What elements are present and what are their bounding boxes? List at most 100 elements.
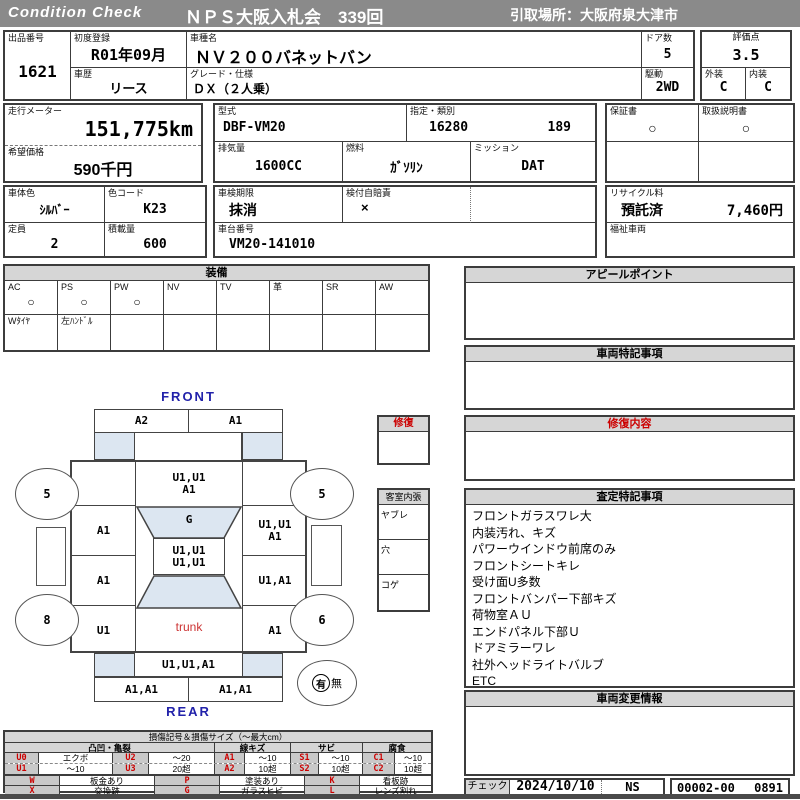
assessment-item: フロントシートキレ [472, 558, 581, 573]
cabin-row-hole: 穴 [379, 540, 428, 575]
assessment-item: 受け面U多数 [472, 575, 541, 589]
assessment-item: 社外ヘッドライトバルブ [472, 657, 605, 672]
assessment-item: ドアミラーワレ [472, 641, 556, 655]
legend-group-corrosion: 腐食 [388, 743, 406, 752]
legend-group-rust: サビ [291, 743, 363, 752]
check-code: 00002-00 [677, 781, 735, 795]
assessment-item: パワーウインドウ前席のみ [472, 542, 617, 556]
chassis-label: 車台番号 [218, 224, 255, 234]
rear-window-shape [136, 575, 242, 609]
repair-details-panel: 修復内容 [464, 415, 795, 481]
model-name-label: 車種名 [190, 33, 218, 43]
insurance-mark: × [361, 200, 369, 215]
legend-desc: 10超 [404, 764, 422, 774]
cabin-row-burn: コゲ [381, 580, 400, 590]
left-mirror [36, 527, 66, 586]
spare-none-mark: 無 [331, 678, 342, 690]
grade-label: グレード・仕様 [190, 69, 254, 79]
history-value: リース [109, 81, 148, 96]
right-front-door-damage: U1,U1 A1 [258, 517, 292, 543]
assessment-item: エンドパネル下部Ｕ [472, 624, 581, 639]
chassis-number: VM20-141010 [229, 237, 316, 252]
legend-code: S1 [291, 753, 319, 763]
change-info-title: 車両変更情報 [466, 692, 793, 707]
right-slide-door-damage: U1,A1 [258, 573, 292, 587]
trunk-label: trunk [175, 620, 203, 634]
assessment-item: ETC [472, 674, 496, 688]
empty-cell [607, 142, 699, 181]
model-code: DBF-VM20 [223, 120, 286, 135]
fuel-value: ｶﾞｿﾘﾝ [390, 161, 423, 176]
legend-code: C2 [363, 764, 395, 774]
legend-desc: 〜10 [404, 753, 422, 763]
auction-title: ＮＰＳ大阪入札会 339回 [185, 8, 384, 27]
recycle-fee: 7,460円 [726, 203, 783, 219]
cabin-lining-box: 客室内張 ヤブレ 穴 コゲ [377, 488, 430, 612]
inspection-table: 車検期限 抹消 検付自賠責 × 車台番号 VM20-141010 [213, 185, 597, 258]
assessment-item: フロントガラスワレ大 [472, 509, 592, 523]
left-front-door-damage: A1 [96, 523, 111, 537]
odometer-price-box: 走行メーター 151,775km 希望価格 590千円 [3, 103, 203, 183]
grade-value: ＤＸ（２人乗） [193, 82, 278, 96]
legend-code: W [5, 776, 60, 785]
left-quarter-damage: U1 [96, 623, 111, 637]
wheel-front-right: 5 [290, 468, 354, 520]
equip-extra-1: Wﾀｲﾔ [8, 316, 30, 326]
condition-check-sheet: Condition Check ＮＰＳ大阪入札会 339回 引取場所：大阪府泉大… [0, 0, 800, 800]
check-serial: 0891 [754, 781, 783, 795]
odometer-value: 151,775km [84, 117, 193, 141]
legend-code: A2 [215, 764, 245, 774]
repair-flag-box: 修復 [377, 415, 430, 465]
diagram-rear-label: REAR [166, 703, 211, 719]
assessment-item: 荷物室ＡＵ [472, 608, 533, 622]
wheel-rear-left: 8 [15, 594, 79, 646]
headlight-left [94, 433, 135, 460]
headlight-right [242, 433, 283, 460]
assessment-panel: 査定特記事項 フロントガラスワレ大 内装汚れ、キズ パワーウインドウ前席のみ フ… [464, 488, 795, 688]
front-grille [135, 433, 242, 460]
front-bumper: A2 A1 [94, 409, 283, 433]
spec-table: 型式 DBF-VM20 指定・類別 16280 189 排気量 1600CC 燃… [213, 103, 597, 183]
legend-code: U3 [113, 764, 149, 774]
change-info-panel: 車両変更情報 [464, 690, 795, 776]
recycle-table: リサイクル料 預託済 7,460円 福祉車両 [605, 185, 795, 258]
legend-code: C1 [363, 753, 395, 763]
check-date: 2024/10/10 [510, 780, 602, 794]
color-code-value: K23 [143, 201, 167, 217]
legend-desc: 看板跡 [382, 776, 409, 785]
equip-value-aw [376, 289, 428, 314]
check-label: チェック [466, 780, 510, 794]
load-value: 600 [143, 236, 167, 252]
warranty-mark: ○ [648, 120, 657, 136]
drive-value: 2WD [655, 80, 680, 95]
vehicle-notes-title: 車両特記事項 [466, 347, 793, 362]
recycle-status: 預託済 [621, 202, 663, 218]
legend-desc: 20超 [149, 764, 215, 774]
cabin-row-tear: ヤブレ [379, 505, 428, 540]
displacement-value: 1600CC [255, 159, 302, 174]
class-number-1: 16280 [429, 120, 469, 135]
header-bar: Condition Check ＮＰＳ大阪入札会 339回 引取場所：大阪府泉大… [0, 0, 800, 27]
capacity-value: 2 [50, 236, 59, 252]
damage-legend: 損傷記号＆損傷サイズ（〜最大cm） 凸凹・亀裂 線キズ サビ 腐食 U0 エクボ… [3, 730, 433, 796]
score-table: 評価点 3.5 外装 C 内装 C [700, 30, 792, 101]
vehicle-notes-panel: 車両特記事項 [464, 345, 795, 410]
recycle-label: リサイクル料 [610, 188, 664, 198]
model-name: ＮＶ２００バネットバン [195, 50, 372, 67]
equip-value-leather [270, 289, 322, 314]
front-bumper-right-damage: A1 [228, 414, 243, 427]
first-registration: R01年09月 [90, 45, 167, 64]
interior-grade: C [764, 80, 772, 95]
model-code-label: 型式 [218, 106, 237, 116]
diagram-front-label: FRONT [161, 388, 216, 404]
lot-number-label: 出品番号 [8, 33, 45, 43]
front-bumper-left-damage: A2 [95, 410, 189, 432]
rear-bumper: A1,A1 A1,A1 [94, 677, 283, 702]
repair-flag-title: 修復 [379, 417, 428, 432]
price-value: 590千円 [73, 161, 133, 179]
wheel-front-left: 5 [15, 468, 79, 520]
class-number-2: 189 [547, 120, 571, 135]
doors-value: 5 [663, 46, 672, 62]
equip-extra-2: 左ﾊﾝﾄﾞﾙ [61, 316, 93, 326]
rear-bumper-right-damage: A1,A1 [218, 682, 253, 696]
